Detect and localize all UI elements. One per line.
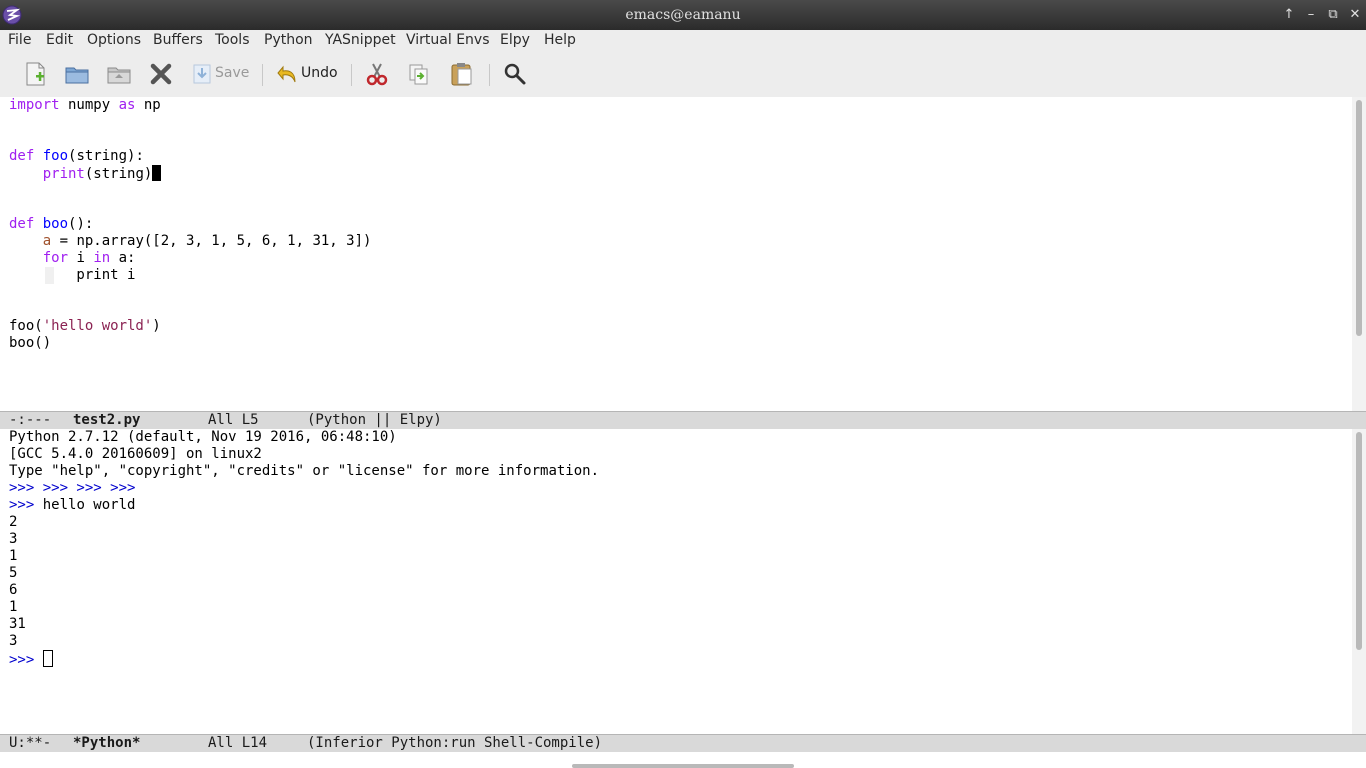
buffer-position: All L14 (208, 735, 268, 751)
text-cursor (152, 165, 162, 181)
paste-icon[interactable] (449, 60, 475, 88)
horizontal-scrollbar-thumb[interactable] (572, 764, 794, 768)
shell-output-line: 1 (9, 599, 18, 615)
close-buffer-icon[interactable] (148, 60, 174, 88)
tool-bar: Save Undo (0, 52, 1366, 97)
shell-banner: [GCC 5.4.0 20160609] on linux2 (9, 446, 262, 462)
code-line: import numpy as np (9, 97, 161, 113)
search-icon[interactable] (503, 60, 527, 88)
code-line: def foo(string): (9, 148, 144, 164)
shell-output-line: 6 (9, 582, 18, 598)
menu-elpy[interactable]: Elpy (500, 32, 530, 48)
shell-output-line: 2 (9, 514, 18, 530)
major-mode[interactable]: (Inferior Python:run Shell-Compile) (307, 735, 602, 752)
editor-mode-line: -:--- test2.py All L5 (Python || Elpy) (0, 411, 1366, 430)
buffer-name[interactable]: *Python* (73, 735, 140, 752)
menu-file[interactable]: File (8, 32, 31, 48)
shell-output-line: 3 (9, 531, 18, 547)
copy-icon[interactable] (407, 60, 431, 88)
shell-output-line: >>> hello world (9, 497, 136, 513)
shell-scrollbar-thumb[interactable] (1356, 432, 1362, 650)
major-mode[interactable]: (Python || Elpy) (307, 412, 442, 429)
menu-yasnippet[interactable]: YASnippet (325, 32, 396, 48)
code-line: def boo(): (9, 216, 94, 232)
save-icon[interactable] (192, 60, 212, 88)
maximize-up-icon[interactable]: ↑ (1280, 6, 1298, 24)
shell-output-line: 1 (9, 548, 18, 564)
code-line: for i in a: (42, 250, 136, 266)
menu-bar: File Edit Options Buffers Tools Python Y… (0, 30, 1366, 52)
shell-output-line: 5 (9, 565, 18, 581)
close-button[interactable]: ✕ (1346, 6, 1364, 24)
new-file-icon[interactable] (24, 60, 48, 88)
shell-scrollbar[interactable] (1352, 429, 1366, 734)
open-directory-icon[interactable] (106, 60, 132, 88)
editor-scrollbar[interactable] (1352, 97, 1366, 411)
code-line: foo('hello world') (9, 318, 161, 334)
title-bar: emacs@eamanu ↑ – ⧉ ✕ (0, 0, 1366, 30)
toolbar-separator (489, 64, 490, 86)
menu-virtual-envs[interactable]: Virtual Envs (406, 32, 490, 48)
text-cursor (42, 650, 53, 667)
shell-output-line: 31 (9, 616, 26, 632)
menu-python[interactable]: Python (264, 32, 313, 48)
undo-icon[interactable] (277, 60, 299, 88)
shell-prompt: >>> >>> >>> >>> (9, 480, 136, 496)
cut-icon[interactable] (365, 60, 389, 88)
buffer-name[interactable]: test2.py (73, 412, 140, 429)
code-line: a = np.array([2, 3, 1, 5, 6, 1, 31, 3]) (42, 233, 372, 249)
buffer-position: All L5 (208, 412, 259, 428)
undo-button[interactable]: Undo (301, 65, 338, 81)
minimize-button[interactable]: – (1302, 6, 1320, 24)
code-line: boo() (9, 335, 52, 351)
save-button[interactable]: Save (215, 65, 249, 81)
shell-output-line: 3 (9, 633, 18, 649)
editor-scrollbar-thumb[interactable] (1356, 100, 1362, 336)
shell-input-line[interactable]: >>> (9, 650, 53, 669)
toolbar-separator (262, 64, 263, 86)
toolbar-separator (351, 64, 352, 86)
menu-edit[interactable]: Edit (46, 32, 73, 48)
buffer-status: U:**- (9, 735, 52, 751)
menu-options[interactable]: Options (87, 32, 141, 48)
restore-button[interactable]: ⧉ (1324, 6, 1342, 24)
shell-banner: Type "help", "copyright", "credits" or "… (9, 463, 600, 479)
window-title: emacs@eamanu (625, 7, 741, 23)
buffer-status: -:--- (9, 412, 52, 428)
shell-mode-line: U:**- *Python* All L14 (Inferior Python:… (0, 734, 1366, 753)
code-line: print(string) (9, 165, 162, 183)
editor-buffer[interactable]: import numpy as np def foo(string): prin… (0, 97, 1352, 411)
menu-tools[interactable]: Tools (215, 32, 250, 48)
code-line: print i (9, 267, 136, 283)
shell-banner: Python 2.7.12 (default, Nov 19 2016, 06:… (9, 429, 397, 445)
menu-help[interactable]: Help (544, 32, 576, 48)
open-folder-icon[interactable] (64, 60, 90, 88)
python-shell-buffer[interactable]: Python 2.7.12 (default, Nov 19 2016, 06:… (0, 429, 1352, 734)
menu-buffers[interactable]: Buffers (153, 32, 203, 48)
